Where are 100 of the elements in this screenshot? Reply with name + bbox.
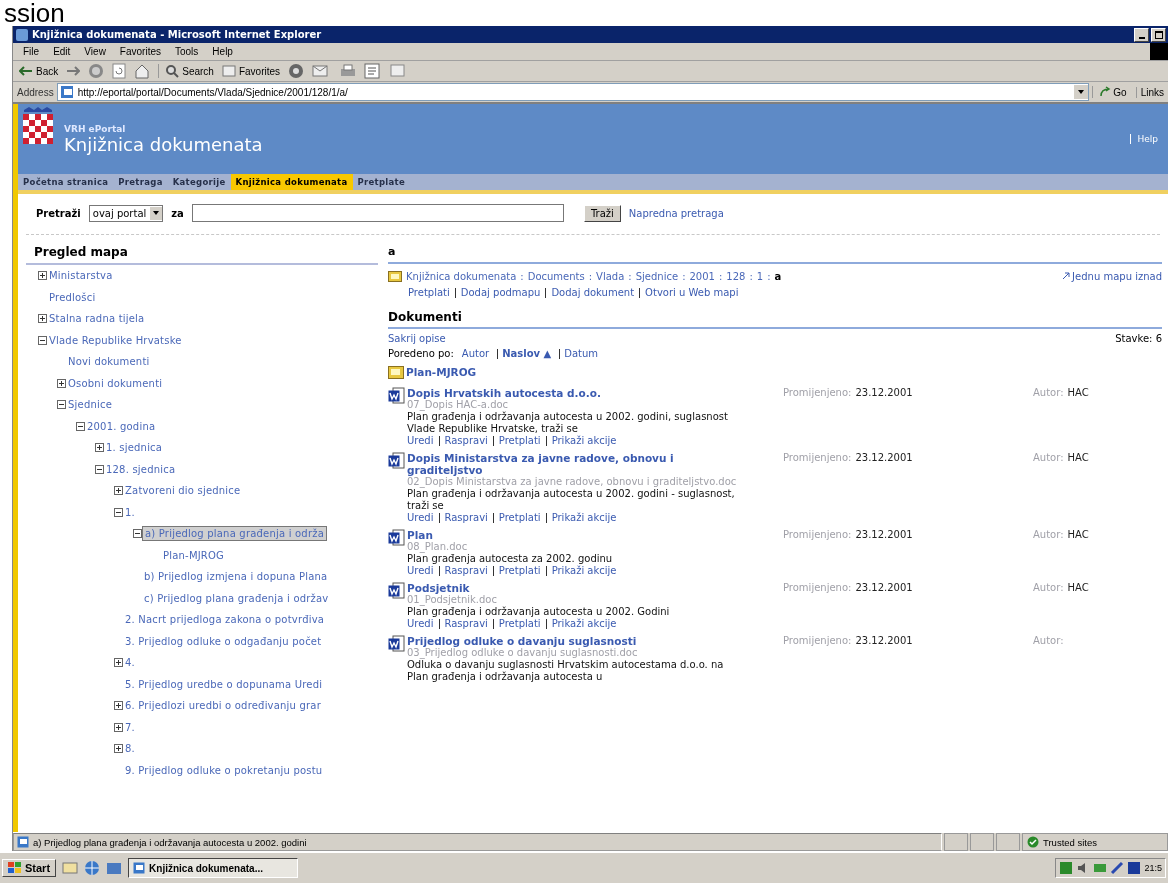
expander-icon[interactable] — [133, 529, 142, 539]
tree-item[interactable]: Zatvoreni dio sjednice — [123, 484, 243, 498]
folder-action-link[interactable]: Pretplati — [408, 288, 455, 298]
back-button[interactable]: Back — [19, 65, 59, 77]
tree-item[interactable]: Stalna radna tijela — [47, 312, 147, 326]
document-action-link[interactable]: Pretplati — [492, 566, 546, 576]
sort-option[interactable]: Autor — [457, 348, 494, 359]
tree-item[interactable]: a) Prijedlog plana građenja i održa — [142, 526, 327, 542]
forward-button[interactable] — [66, 66, 81, 76]
taskbar-window-button[interactable]: Knjižnica dokumenata... — [128, 858, 299, 878]
tree-item[interactable]: 5. Prijedlog uredbe o dopunama Uredi — [123, 677, 325, 691]
document-action-link[interactable]: Raspravi — [438, 436, 493, 446]
folder-link[interactable]: Plan-MJROG — [406, 366, 477, 378]
document-link[interactable]: Plan — [407, 529, 737, 541]
tree-item[interactable]: 8. — [123, 742, 137, 756]
tree-item[interactable]: Ministarstva — [47, 269, 115, 283]
document-action-link[interactable]: Prikaži akcije — [545, 513, 622, 523]
document-action-link[interactable]: Prikaži akcije — [545, 436, 622, 446]
tree-item[interactable]: 2001. godina — [85, 419, 158, 433]
expander-icon[interactable] — [114, 486, 123, 496]
sort-option[interactable]: Naslov ▲ — [497, 348, 556, 359]
breadcrumb-link[interactable]: 1 — [756, 270, 764, 282]
menu-item[interactable]: Help — [212, 46, 233, 57]
breadcrumb-link[interactable]: Knjižnica dokumenata — [406, 270, 517, 282]
breadcrumb-link[interactable]: Vlada — [596, 270, 625, 282]
document-action-link[interactable]: Raspravi — [438, 566, 493, 576]
help-link[interactable]: Help — [1130, 134, 1158, 144]
expander-icon[interactable] — [57, 400, 66, 410]
breadcrumb-link[interactable]: Documents — [527, 270, 585, 282]
advanced-search-link[interactable]: Napredna pretraga — [628, 207, 724, 219]
breadcrumb-link[interactable]: Sjednice — [635, 270, 679, 282]
print-icon[interactable] — [340, 63, 357, 79]
up-folder-link[interactable]: Jednu mapu iznad — [1062, 270, 1162, 282]
menu-item[interactable]: View — [84, 46, 106, 57]
tree-item[interactable]: Osobni dokumenti — [66, 376, 165, 390]
expander-icon[interactable] — [95, 443, 104, 453]
expander-icon[interactable] — [114, 507, 123, 517]
tree-item[interactable]: Sjednice — [66, 398, 114, 412]
expander-icon[interactable] — [95, 464, 104, 474]
nav-tab[interactable]: Pretplate — [352, 174, 410, 190]
document-action-link[interactable]: Pretplati — [492, 436, 546, 446]
tree-item[interactable]: 128. sjednica — [104, 462, 178, 476]
document-action-link[interactable]: Pretplati — [492, 513, 546, 523]
nav-tab[interactable]: Knjižnica dokumenata — [230, 174, 353, 190]
minimize-button[interactable] — [1134, 27, 1149, 42]
tree-item[interactable]: Novi dokumenti — [66, 355, 152, 369]
document-action-link[interactable]: Uredi — [407, 566, 439, 576]
search-field[interactable] — [191, 204, 564, 222]
favorites-button[interactable]: Favorites — [221, 65, 281, 77]
search-button[interactable]: Traži — [583, 204, 621, 222]
globe-icon[interactable] — [84, 860, 101, 876]
media-icon[interactable] — [288, 63, 305, 79]
expander-icon[interactable] — [38, 271, 47, 281]
nav-tab[interactable]: Početna stranica — [18, 174, 114, 190]
tree-item[interactable]: 1. — [123, 505, 137, 519]
menu-item[interactable]: File — [23, 46, 40, 57]
home-icon[interactable] — [134, 63, 151, 79]
hide-descriptions-link[interactable]: Sakrij opise — [388, 333, 446, 344]
tree-item[interactable]: 4. — [123, 656, 137, 670]
document-link[interactable]: Podsjetnik — [407, 582, 737, 594]
tree-item[interactable]: 3. Prijedlog odluke o odgađanju počet — [123, 634, 324, 648]
scope-dropdown[interactable]: ovaj portal — [88, 204, 164, 222]
tree-item[interactable]: Plan-MJROG — [161, 548, 227, 562]
search-button[interactable]: Search — [158, 64, 214, 78]
tree-item[interactable]: c) Prijedlog plana građenja i održav — [142, 591, 331, 605]
document-action-link[interactable]: Prikaži akcije — [545, 619, 622, 629]
document-action-link[interactable]: Uredi — [407, 436, 439, 446]
document-link[interactable]: Dopis Hrvatskih autocesta d.o.o. — [407, 387, 737, 399]
expander-icon[interactable] — [114, 701, 123, 711]
document-link[interactable]: Prijedlog odluke o davanju suglasnosti — [407, 635, 737, 647]
refresh-icon[interactable] — [112, 63, 127, 79]
start-button[interactable]: Start — [2, 859, 57, 877]
folder-action-link[interactable]: Dodaj podmapu — [454, 288, 546, 298]
expander-icon[interactable] — [76, 421, 85, 431]
breadcrumb-link[interactable]: 2001 — [689, 270, 715, 282]
tree-item[interactable]: Vlade Republike Hrvatske — [47, 333, 184, 347]
tree-item[interactable]: 6. Prijedlozi uredbi o određivanju grar — [123, 699, 323, 713]
menu-item[interactable]: Favorites — [119, 46, 161, 57]
sort-option[interactable]: Datum — [559, 348, 603, 359]
expander-icon[interactable] — [114, 722, 123, 732]
document-action-link[interactable]: Raspravi — [438, 619, 493, 629]
document-action-link[interactable]: Pretplati — [492, 619, 546, 629]
nav-tab[interactable]: Kategorije — [167, 174, 231, 190]
menu-item[interactable]: Tools — [175, 46, 199, 57]
go-button[interactable]: Go — [1092, 86, 1133, 98]
folder-action-link[interactable]: Otvori u Web mapi — [639, 288, 744, 298]
tree-item[interactable]: 1. sjednica — [104, 441, 165, 455]
expander-icon[interactable] — [38, 335, 47, 345]
menu-item[interactable]: Edit — [53, 46, 71, 57]
tree-item[interactable]: 7. — [123, 720, 137, 734]
expander-icon[interactable] — [114, 744, 123, 754]
links-button[interactable]: Links — [1135, 86, 1168, 98]
tree-item[interactable]: 9. Prijedlog odluke o pokretanju postu — [123, 763, 325, 777]
tree-item[interactable]: b) Prijedlog izmjena i dopuna Plana — [142, 570, 330, 584]
document-action-link[interactable]: Uredi — [407, 619, 439, 629]
document-link[interactable]: Dopis Ministarstva za javne radove, obnovu i graditeljstvo — [407, 452, 737, 476]
expander-icon[interactable] — [38, 314, 47, 324]
edit-icon[interactable] — [364, 63, 383, 79]
tree-item[interactable]: 2. Nacrt prijedloga zakona o potvrđiva — [123, 613, 327, 627]
folder-action-link[interactable]: Dodaj dokument — [545, 288, 640, 298]
